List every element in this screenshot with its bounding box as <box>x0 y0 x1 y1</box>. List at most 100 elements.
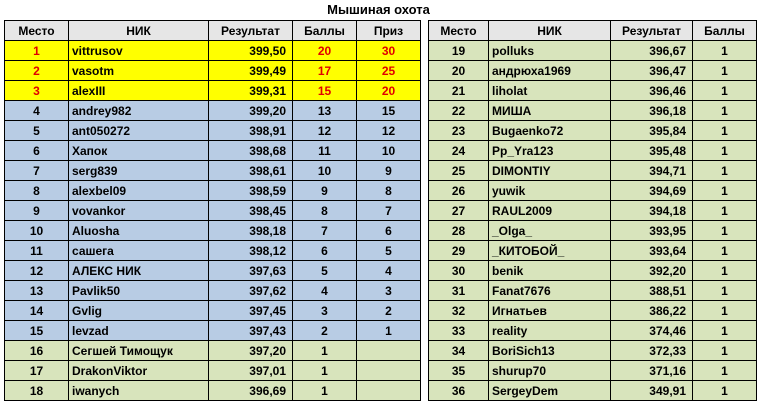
cell-nick: _КИТОБОЙ_ <box>488 240 611 261</box>
cell-prize: 15 <box>356 100 421 121</box>
cell-place: 9 <box>4 200 69 221</box>
table-row: 23 Bugaenko72 395,84 1 <box>428 120 757 141</box>
cell-nick: DIMONTIY <box>488 160 611 181</box>
cell-nick: сашега <box>68 240 209 261</box>
cell-result: 396,67 <box>610 40 693 61</box>
table-row: 19 polluks 396,67 1 <box>428 40 757 61</box>
cell-nick: vasotm <box>68 60 209 81</box>
cell-result: 397,63 <box>208 260 293 281</box>
cell-result: 395,48 <box>610 140 693 161</box>
cell-points: 6 <box>292 240 357 261</box>
table-row: 24 Pp_Yra123 395,48 1 <box>428 140 757 161</box>
cell-result: 397,20 <box>208 340 293 361</box>
table-row: 7 serg839 398,61 10 9 <box>4 160 421 181</box>
cell-points: 7 <box>292 220 357 241</box>
table-row: 11 сашега 398,12 6 5 <box>4 240 421 261</box>
results-table-left: Место НИК Результат Баллы Приз 1 vittruso… <box>4 20 421 401</box>
header-points: Баллы <box>692 20 757 41</box>
table-row: 17 DrakonViktor 397,01 1 <box>4 360 421 381</box>
cell-prize: 2 <box>356 300 421 321</box>
cell-place: 5 <box>4 120 69 141</box>
header-prize: Приз <box>356 20 421 41</box>
cell-result: 388,51 <box>610 280 693 301</box>
cell-points: 8 <box>292 200 357 221</box>
cell-result: 398,18 <box>208 220 293 241</box>
cell-prize <box>356 340 421 361</box>
cell-result: 374,46 <box>610 320 693 341</box>
cell-prize: 6 <box>356 220 421 241</box>
cell-place: 35 <box>428 360 489 381</box>
cell-result: 371,16 <box>610 360 693 381</box>
cell-points: 1 <box>292 340 357 361</box>
table-row: 22 МИША 396,18 1 <box>428 100 757 121</box>
cell-nick: vittrusov <box>68 40 209 61</box>
cell-nick: АЛЕКС НИК <box>68 260 209 281</box>
cell-result: 395,84 <box>610 120 693 141</box>
cell-points: 12 <box>292 120 357 141</box>
cell-prize <box>356 380 421 401</box>
cell-result: 399,50 <box>208 40 293 61</box>
table-row: 35 shurup70 371,16 1 <box>428 360 757 381</box>
cell-result: 396,47 <box>610 60 693 81</box>
table-row: 5 ant050272 398,91 12 12 <box>4 120 421 141</box>
cell-nick: DrakonViktor <box>68 360 209 381</box>
cell-nick: alexbel09 <box>68 180 209 201</box>
cell-place: 23 <box>428 120 489 141</box>
cell-points: 1 <box>692 320 757 341</box>
cell-result: 394,18 <box>610 200 693 221</box>
cell-place: 18 <box>4 380 69 401</box>
cell-prize <box>356 360 421 381</box>
table-row: 36 SergeyDem 349,91 1 <box>428 380 757 401</box>
page-title: Мышиная охота <box>327 2 430 17</box>
cell-place: 36 <box>428 380 489 401</box>
cell-nick: Gvlig <box>68 300 209 321</box>
cell-result: 349,91 <box>610 380 693 401</box>
table-row: 9 vovankor 398,45 8 7 <box>4 200 421 221</box>
cell-result: 399,20 <box>208 100 293 121</box>
cell-place: 22 <box>428 100 489 121</box>
table-row: 30 benik 392,20 1 <box>428 260 757 281</box>
cell-place: 25 <box>428 160 489 181</box>
cell-result: 393,95 <box>610 220 693 241</box>
cell-nick: yuwik <box>488 180 611 201</box>
cell-place: 28 <box>428 220 489 241</box>
header-row: Место НИК Результат Баллы Приз <box>4 20 421 41</box>
cell-prize: 3 <box>356 280 421 301</box>
cell-result: 399,49 <box>208 60 293 81</box>
cell-nick: andrey982 <box>68 100 209 121</box>
header-nick: НИК <box>68 20 209 41</box>
cell-points: 1 <box>692 40 757 61</box>
cell-nick: reality <box>488 320 611 341</box>
cell-prize: 1 <box>356 320 421 341</box>
cell-nick: BoriSich13 <box>488 340 611 361</box>
cell-nick: vovankor <box>68 200 209 221</box>
cell-points: 1 <box>692 220 757 241</box>
cell-points: 1 <box>692 100 757 121</box>
table-row: 2 vasotm 399,49 17 25 <box>4 60 421 81</box>
header-nick: НИК <box>488 20 611 41</box>
cell-result: 394,71 <box>610 160 693 181</box>
cell-nick: serg839 <box>68 160 209 181</box>
cell-result: 394,69 <box>610 180 693 201</box>
cell-points: 1 <box>692 260 757 281</box>
table-row: 33 reality 374,46 1 <box>428 320 757 341</box>
cell-nick: Aluosha <box>68 220 209 241</box>
table-row: 16 Сегшей Тимощук 397,20 1 <box>4 340 421 361</box>
table-row: 12 АЛЕКС НИК 397,63 5 4 <box>4 260 421 281</box>
cell-result: 392,20 <box>610 260 693 281</box>
cell-result: 398,12 <box>208 240 293 261</box>
cell-place: 30 <box>428 260 489 281</box>
table-row: 21 liholat 396,46 1 <box>428 80 757 101</box>
cell-place: 10 <box>4 220 69 241</box>
cell-nick: alexIII <box>68 80 209 101</box>
table-row: 26 yuwik 394,69 1 <box>428 180 757 201</box>
cell-result: 398,61 <box>208 160 293 181</box>
results-table-right: Место НИК Результат Баллы 19 polluks 396,6… <box>428 20 757 401</box>
table-row: 27 RAUL2009 394,18 1 <box>428 200 757 221</box>
table-row: 29 _КИТОБОЙ_ 393,64 1 <box>428 240 757 261</box>
cell-result: 398,68 <box>208 140 293 161</box>
cell-points: 1 <box>692 380 757 401</box>
table-row: 34 BoriSich13 372,33 1 <box>428 340 757 361</box>
cell-points: 15 <box>292 80 357 101</box>
table-row: 6 Хапок 398,68 11 10 <box>4 140 421 161</box>
